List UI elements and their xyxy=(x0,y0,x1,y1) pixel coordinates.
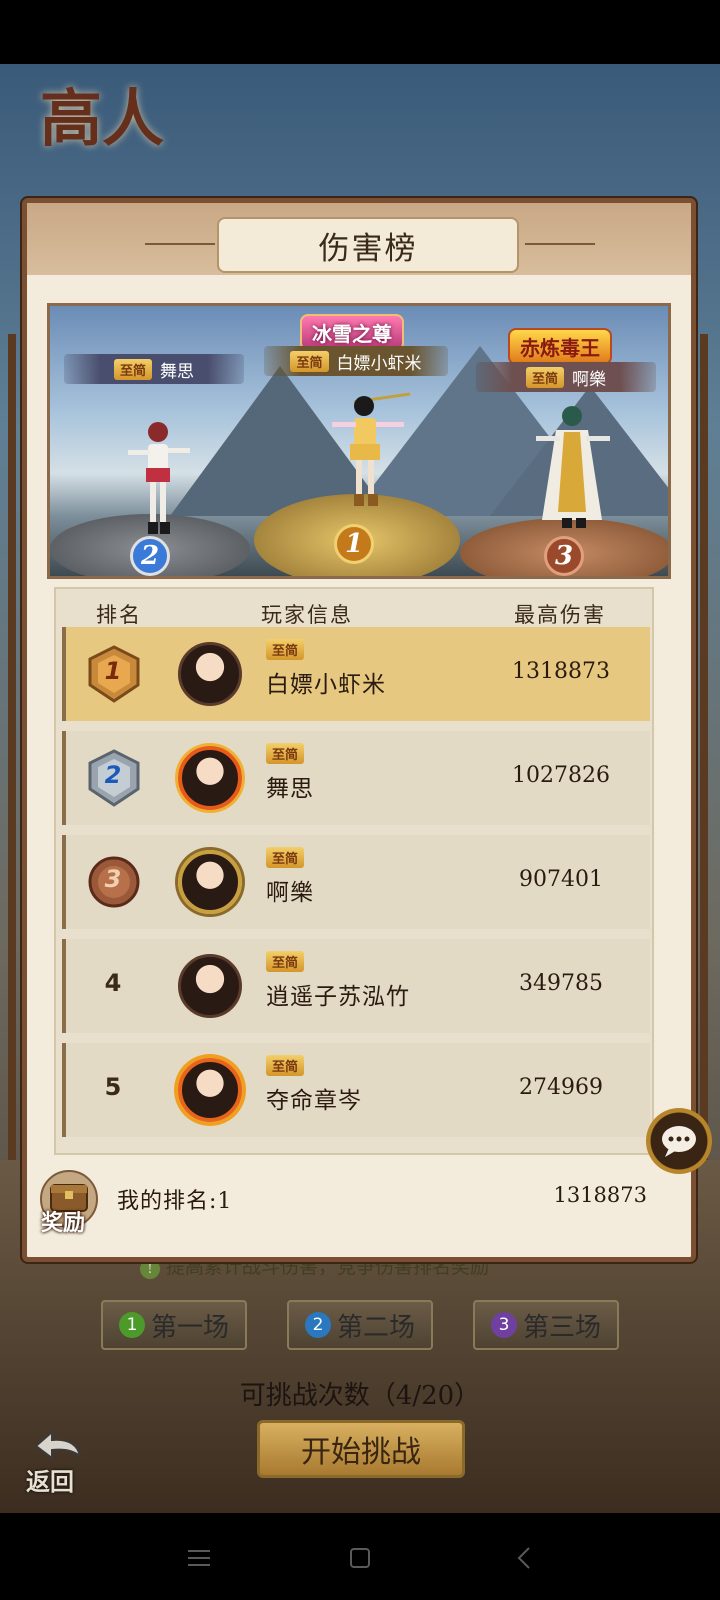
table-row[interactable]: 1 至简 白嫖小虾米 1318873 xyxy=(62,627,650,721)
character-third[interactable] xyxy=(528,402,618,532)
round-2-label: 第二场 xyxy=(336,1312,415,1343)
podium-nameplate-first: 至简 白嫖小虾米 xyxy=(264,346,448,376)
vip-badge: 至简 xyxy=(266,951,305,972)
podium-scene: 冰雪之尊 赤炼毒王 至简 舞思 至简 白嫖小虾米 至简 啊樂 2 1 3 xyxy=(47,303,671,579)
vip-badge: 至简 xyxy=(525,366,564,388)
avatar[interactable] xyxy=(178,850,242,914)
round-3-label: 第三场 xyxy=(522,1312,601,1343)
round-1-label: 第一场 xyxy=(150,1312,229,1343)
header-player-info: 玩家信息 xyxy=(261,603,353,627)
status-bar xyxy=(0,0,720,64)
vip-badge: 至简 xyxy=(290,350,329,372)
ranking-table: 排名 玩家信息 最高伤害 1 至简 白嫖小虾米 1318873 2 至简 舞思 … xyxy=(54,587,654,1155)
reward-label[interactable]: 奖励 xyxy=(41,1205,85,1237)
honor-title-fire: 赤炼毒王 xyxy=(508,328,612,365)
podium-name-third: 啊樂 xyxy=(572,369,606,390)
avatar[interactable] xyxy=(178,746,242,810)
system-nav-bar xyxy=(0,1513,720,1600)
rank-number: 3 xyxy=(104,865,122,893)
back-button[interactable]: 返回 xyxy=(22,1428,92,1496)
player-name: 舞思 xyxy=(266,776,314,802)
tip-icon: ! xyxy=(140,1259,160,1279)
rank-number: 2 xyxy=(104,761,122,789)
podium-nameplate-third: 至简 啊樂 xyxy=(476,362,656,392)
back-nav-icon[interactable] xyxy=(510,1543,540,1573)
rank-number: 4 xyxy=(104,969,122,997)
my-rank: 我的排名:1 xyxy=(117,1189,233,1214)
podium-name-first: 白嫖小虾米 xyxy=(336,353,422,374)
player-name: 逍遥子苏泓竹 xyxy=(266,984,410,1010)
panel-header: 伤害榜 xyxy=(27,203,691,275)
menu-icon[interactable] xyxy=(184,1543,214,1573)
scene-title: 高人 xyxy=(40,82,165,155)
podium-rank-third: 3 xyxy=(544,536,584,576)
damage-value: 1318873 xyxy=(512,659,610,684)
damage-value: 1027826 xyxy=(512,763,610,788)
podium-name-second: 舞思 xyxy=(160,361,194,382)
avatar[interactable] xyxy=(178,954,242,1018)
header-max-damage: 最高伤害 xyxy=(514,603,606,627)
challenge-count: 可挑战次数（4/20） xyxy=(239,1381,481,1411)
damage-value: 907401 xyxy=(519,867,603,892)
damage-value: 349785 xyxy=(519,971,603,996)
panel-title: 伤害榜 xyxy=(217,217,519,273)
round-3-number: 3 xyxy=(490,1312,517,1338)
character-first[interactable] xyxy=(324,388,414,508)
header-rank: 排名 xyxy=(96,603,142,627)
avatar[interactable] xyxy=(178,642,242,706)
table-row[interactable]: 2 至简 舞思 1027826 xyxy=(62,731,650,825)
round-1-number: 1 xyxy=(118,1312,145,1338)
podium-rank-first: 1 xyxy=(334,524,374,564)
rank-number: 1 xyxy=(104,657,122,685)
start-challenge-button[interactable]: 开始挑战 xyxy=(257,1420,465,1478)
round-3-button[interactable]: 3 第三场 xyxy=(473,1300,619,1350)
title-ornament-left xyxy=(145,243,215,245)
table-row[interactable]: 3 至简 啊樂 907401 xyxy=(62,835,650,929)
round-2-number: 2 xyxy=(304,1312,331,1338)
character-second[interactable] xyxy=(124,418,194,538)
title-ornament-right xyxy=(525,243,595,245)
chat-bubble-icon xyxy=(662,1126,696,1157)
damage-ranking-panel: 伤害榜 冰雪之尊 赤炼毒王 至简 舞思 至简 白嫖小虾米 至简 啊樂 2 1 3… xyxy=(22,198,696,1262)
table-row[interactable]: 5 至简 夺命章岑 274969 xyxy=(62,1043,650,1137)
player-name: 啊樂 xyxy=(266,880,314,906)
back-label: 返回 xyxy=(26,1467,74,1496)
home-icon[interactable] xyxy=(345,1543,375,1573)
table-row[interactable]: 4 至简 逍遥子苏泓竹 349785 xyxy=(62,939,650,1033)
vip-badge: 至简 xyxy=(266,847,305,868)
rank-number: 5 xyxy=(104,1073,122,1101)
my-damage: 1318873 xyxy=(553,1183,647,1207)
damage-value: 274969 xyxy=(519,1075,603,1100)
round-2-button[interactable]: 2 第二场 xyxy=(287,1300,433,1350)
chat-button[interactable] xyxy=(646,1108,712,1174)
podium-nameplate-second: 至简 舞思 xyxy=(64,354,244,384)
vip-badge: 至简 xyxy=(266,639,305,660)
player-name: 夺命章岑 xyxy=(266,1088,362,1114)
back-arrow-icon xyxy=(34,1429,82,1460)
podium-rank-second: 2 xyxy=(130,536,170,576)
vip-badge: 至简 xyxy=(266,743,305,764)
vip-badge: 至简 xyxy=(266,1055,305,1076)
round-1-button[interactable]: 1 第一场 xyxy=(101,1300,247,1350)
avatar[interactable] xyxy=(178,1058,242,1122)
player-name: 白嫖小虾米 xyxy=(266,672,386,698)
vip-badge: 至简 xyxy=(113,358,152,380)
